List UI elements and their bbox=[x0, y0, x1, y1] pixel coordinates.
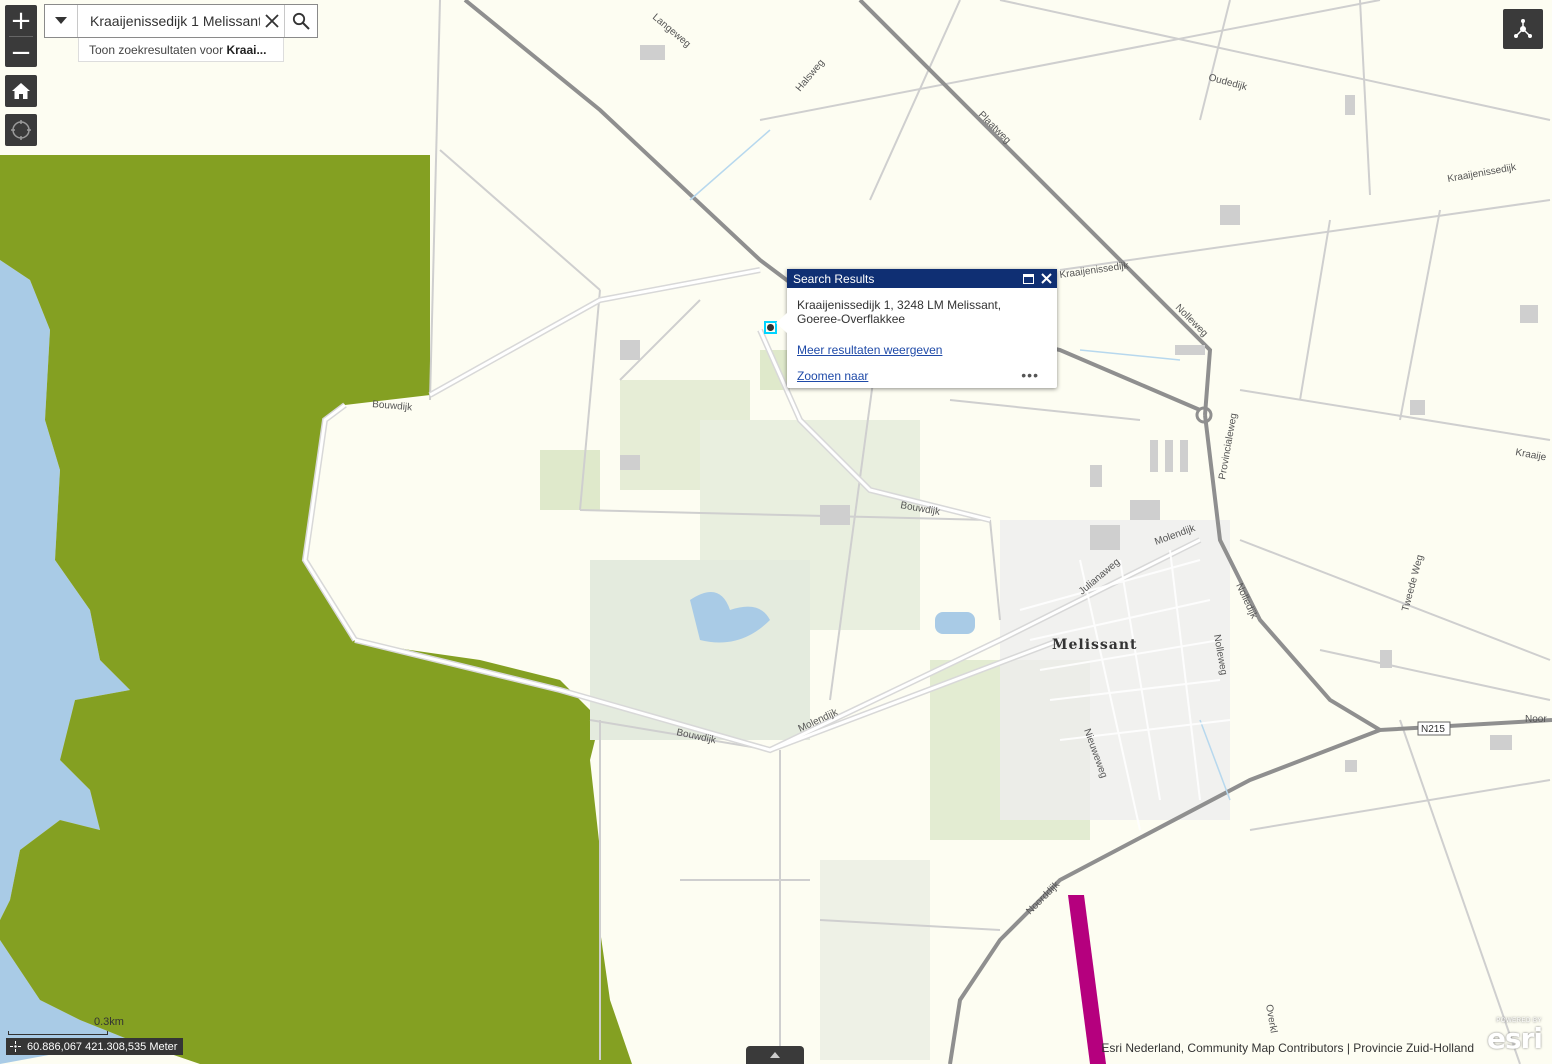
more-results-link[interactable]: Meer resultaten weergeven bbox=[797, 343, 942, 357]
zoom-to-link[interactable]: Zoomen naar bbox=[797, 369, 868, 383]
popup-header: Search Results bbox=[787, 269, 1057, 288]
road-label-noor-e: Noor bbox=[1525, 714, 1547, 725]
esri-logo[interactable]: POWERED BY esri bbox=[1482, 1018, 1546, 1058]
search-input[interactable]: Kraaijenissedijk 1 Melissant bbox=[78, 5, 260, 37]
map-canvas[interactable]: N215 Langeweg Halsweg Plaatweg Oudedijk … bbox=[0, 0, 1552, 1064]
popup-title: Search Results bbox=[793, 271, 875, 286]
share-icon bbox=[1514, 19, 1532, 38]
esri-logo-text: esri bbox=[1486, 1022, 1543, 1055]
result-address-line1: Kraaijenissedijk 1, 3248 LM Melissant, bbox=[797, 298, 1002, 312]
suggestion-prefix: Toon zoekresultaten voor bbox=[89, 42, 224, 57]
maximize-button[interactable] bbox=[1021, 272, 1035, 286]
search-source-dropdown[interactable] bbox=[45, 5, 78, 37]
maximize-icon bbox=[1022, 273, 1034, 284]
home-button[interactable] bbox=[5, 75, 37, 107]
attribute-table-toggle[interactable] bbox=[746, 1046, 804, 1064]
share-button[interactable] bbox=[1503, 9, 1543, 49]
close-icon bbox=[1040, 273, 1052, 284]
search-button[interactable] bbox=[284, 5, 317, 37]
suggestion-term: Kraai... bbox=[226, 42, 267, 57]
search-suggestion[interactable]: Toon zoekresultaten voor Kraai... bbox=[78, 38, 284, 62]
crosshair-icon bbox=[10, 1041, 21, 1052]
popup-menu-button[interactable]: ••• bbox=[1021, 367, 1039, 383]
popup-body: Kraaijenissedijk 1, 3248 LM Melissant, G… bbox=[787, 288, 1057, 326]
locate-icon bbox=[11, 120, 31, 140]
scale-bar-line bbox=[8, 1031, 108, 1035]
search-icon bbox=[292, 12, 310, 30]
coordinate-display[interactable]: 60.886,067 421.308,535 Meter bbox=[6, 1038, 184, 1055]
popup-pointer bbox=[776, 313, 787, 333]
town-label-melissant: Melissant bbox=[1052, 637, 1138, 653]
home-icon bbox=[12, 83, 30, 99]
zoom-controls: + − bbox=[5, 5, 37, 67]
zoom-in-button[interactable]: + bbox=[5, 5, 37, 36]
search-results-popup: Search Results Kraaijenissedijk 1, 3248 … bbox=[776, 269, 1057, 388]
coordinate-value: 60.886,067 421.308,535 Meter bbox=[27, 1040, 178, 1053]
search-widget: Kraaijenissedijk 1 Melissant bbox=[44, 4, 318, 38]
result-address-line2: Goeree-Overflakkee bbox=[797, 312, 906, 326]
close-icon bbox=[265, 14, 279, 28]
zoom-out-button[interactable]: − bbox=[5, 37, 37, 68]
scale-label: 0.3km bbox=[94, 1016, 124, 1028]
chevron-up-icon bbox=[770, 1052, 780, 1058]
road-label-n215: N215 bbox=[1421, 724, 1445, 735]
popup-close-button[interactable] bbox=[1039, 272, 1053, 286]
caret-down-icon bbox=[55, 17, 67, 24]
locate-button[interactable] bbox=[5, 114, 37, 146]
clear-search-button[interactable] bbox=[260, 5, 284, 37]
map-attribution: Esri Nederland, Community Map Contributo… bbox=[1101, 1041, 1474, 1055]
